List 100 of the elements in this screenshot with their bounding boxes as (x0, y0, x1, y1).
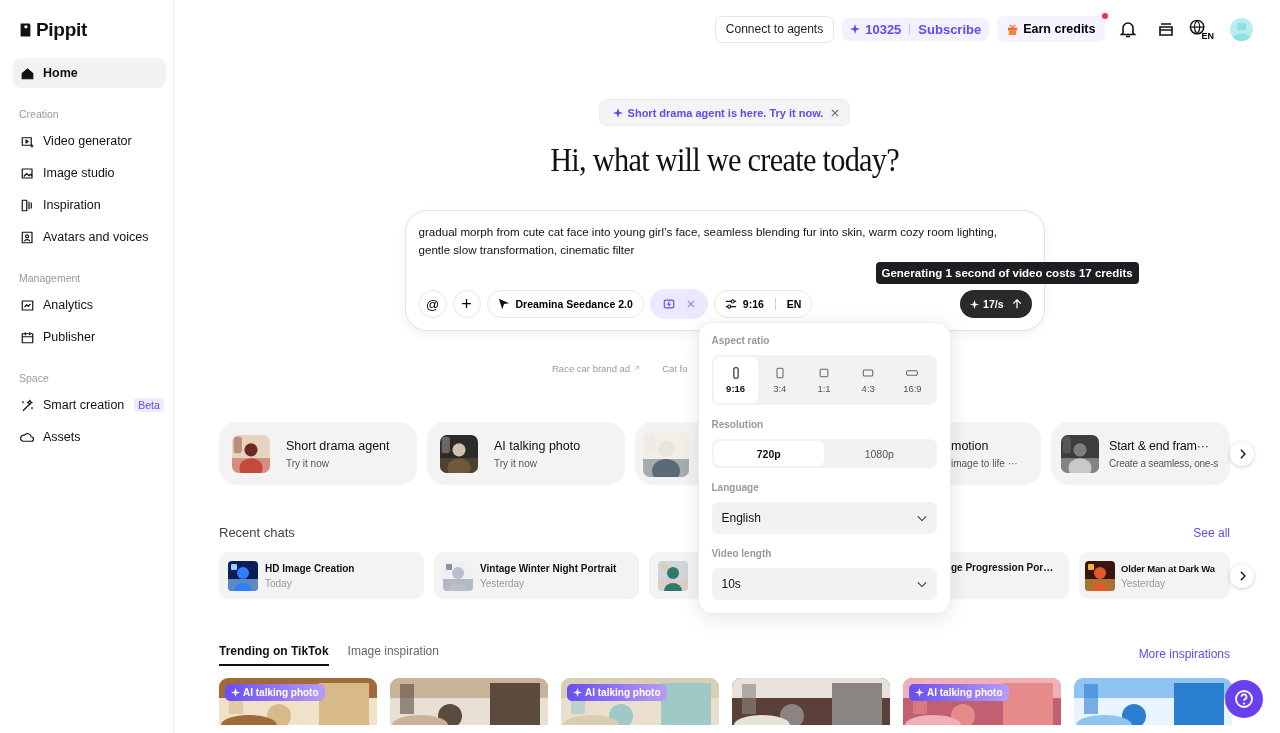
more-inspirations-link[interactable]: More inspirations (1138, 646, 1230, 661)
menu-item-icon (20, 229, 35, 245)
credits-pill[interactable]: 10325 Subscribe (842, 17, 990, 41)
section-label: Language (711, 482, 760, 493)
badge-label: AI talking photo (585, 687, 661, 698)
tab[interactable]: Image inspiration (347, 641, 439, 666)
sidebar-item[interactable]: Image studio (13, 158, 166, 188)
help-icon (1234, 689, 1254, 709)
feature-title: Short drama agent (286, 438, 390, 453)
section-label: Resolution (711, 419, 765, 430)
chat-title: Older Man at Dark Wa (1121, 562, 1215, 574)
chat-card[interactable]: Older Man at Dark Wa Yesterday (1079, 552, 1230, 599)
announcement-banner[interactable]: Short drama agent is here. Try it now. (598, 99, 851, 126)
sparkle-icon (231, 688, 240, 697)
mode-chip[interactable] (649, 289, 708, 319)
video-length-dropdown[interactable]: 10s (711, 568, 937, 600)
generate-button[interactable]: 17/s (960, 290, 1032, 318)
chat-date: Yesterday (480, 577, 526, 589)
menu-item-icon (20, 197, 35, 213)
ratio-shape-icon (818, 366, 830, 379)
section-heading: Recent chats (219, 525, 295, 540)
language-value: EN (786, 298, 802, 310)
chevron-right-icon (1238, 448, 1246, 459)
model-icon (497, 298, 510, 310)
aspect-ratio-option[interactable]: 9:16 (713, 357, 758, 403)
chat-date: Today (265, 577, 293, 589)
chat-card[interactable]: Vintage Winter Night Portrait Yesterday (434, 552, 639, 599)
help-button[interactable] (1225, 680, 1263, 718)
resolution-option[interactable]: 1080p (824, 441, 935, 466)
sidebar-item[interactable]: Publisher (13, 322, 166, 352)
menu-item-icon (20, 329, 35, 345)
aspect-ratio-option[interactable]: 3:4 (757, 357, 802, 403)
model-selector[interactable]: Dreamina Seedance 2.0 (486, 290, 644, 318)
ratio-shape-icon (773, 366, 786, 379)
section-label: Aspect ratio (711, 335, 771, 346)
menu-item-icon (20, 165, 35, 181)
sidebar-item[interactable]: Home (13, 58, 166, 88)
section-heading: Creation (18, 108, 60, 120)
sparkle-icon (612, 107, 623, 118)
close-icon[interactable] (831, 108, 840, 117)
sidebar-item[interactable]: Video generator (13, 126, 166, 156)
mention-button[interactable]: @ (418, 290, 447, 318)
badge-label: AI talking photo (927, 687, 1003, 698)
bell-icon[interactable] (1118, 19, 1139, 39)
feature-subtitle: Try it now (494, 457, 538, 469)
language-dropdown[interactable]: English (711, 502, 937, 534)
resolution-option[interactable]: 720p (713, 441, 824, 466)
next-button[interactable] (1230, 563, 1254, 588)
sidebar-item[interactable]: Assets (13, 422, 166, 452)
chat-title: ge Progression Por… (951, 562, 1054, 573)
feature-subtitle: Try it now (286, 457, 330, 469)
beta-badge: Beta (134, 398, 164, 412)
feature-card[interactable]: Start & end fram··· Create a seamless, one-s (1051, 422, 1230, 485)
tooltip: Generating 1 second of video costs 17 credits (875, 262, 1139, 284)
brand-name: Pippit (36, 19, 87, 41)
arrow-up-right-icon (633, 365, 641, 372)
next-button[interactable] (1230, 441, 1254, 466)
page-heading: Hi, what will we create today? (550, 142, 899, 179)
feature-card[interactable]: Short drama agent Try it now (219, 422, 417, 485)
feature-card[interactable]: AI talking photo Try it now (427, 422, 625, 485)
feature-title: AI talking photo (494, 438, 581, 453)
sparkle-icon (970, 299, 980, 309)
see-all-link[interactable]: See all (1193, 525, 1230, 540)
menu-item-icon (20, 397, 35, 413)
sidebar-item[interactable]: Inspiration (13, 190, 166, 220)
sparkle-icon (850, 24, 861, 34)
feature-subtitle: image to life ··· (951, 457, 1018, 469)
chat-title: HD Image Creation (265, 562, 355, 574)
subscribe-link[interactable]: Subscribe (918, 21, 982, 37)
sidebar-item[interactable]: Avatars and voices (13, 222, 166, 252)
ratio-value: 9:16 (742, 298, 764, 310)
chat-title: Vintage Winter Night Portrait (480, 562, 617, 574)
chat-date: Yesterday (1121, 577, 1167, 589)
connect-agents-button[interactable]: Connect to agents (714, 15, 835, 43)
section-heading: Management (18, 272, 82, 284)
tab[interactable]: Trending on TikTok (219, 641, 329, 666)
sparkle-icon (573, 688, 582, 697)
settings-button[interactable]: 9:16 EN (713, 290, 813, 318)
chat-card[interactable]: HD Image Creation Today (219, 552, 424, 599)
video-mode-icon (662, 298, 675, 310)
add-button[interactable]: + (452, 290, 481, 318)
ratio-shape-icon (862, 366, 875, 379)
chevron-down-icon (916, 580, 927, 588)
section-label: Video length (711, 548, 773, 559)
aspect-ratio-option[interactable]: 1:1 (801, 357, 847, 403)
badge-label: AI talking photo (243, 687, 319, 698)
feature-title: motion (951, 438, 990, 453)
aspect-ratio-option[interactable]: 4:3 (846, 357, 891, 403)
language-button[interactable]: EN (1189, 17, 1218, 41)
menu-item-icon (20, 297, 35, 313)
feature-subtitle: Create a seamless, one-s (1109, 457, 1219, 469)
sidebar-item[interactable]: Smart creation Beta (13, 390, 166, 420)
logo-icon (19, 21, 32, 39)
sidebar-item[interactable]: Analytics (13, 290, 166, 320)
credits-count: 10325 (865, 21, 902, 37)
earn-credits-button[interactable]: Earn credits (997, 16, 1106, 42)
close-icon[interactable] (686, 300, 695, 308)
prompt-text[interactable]: gradual morph from cute cat face into young girl’s face, seamless blending fur into skin, warm cozy room lighting, gentle slow transformation, cinematic filter (418, 223, 1032, 259)
aspect-ratio-option[interactable]: 16:9 (890, 357, 935, 403)
announcement-text[interactable]: Short drama agent is here. Try it now. (627, 106, 824, 119)
